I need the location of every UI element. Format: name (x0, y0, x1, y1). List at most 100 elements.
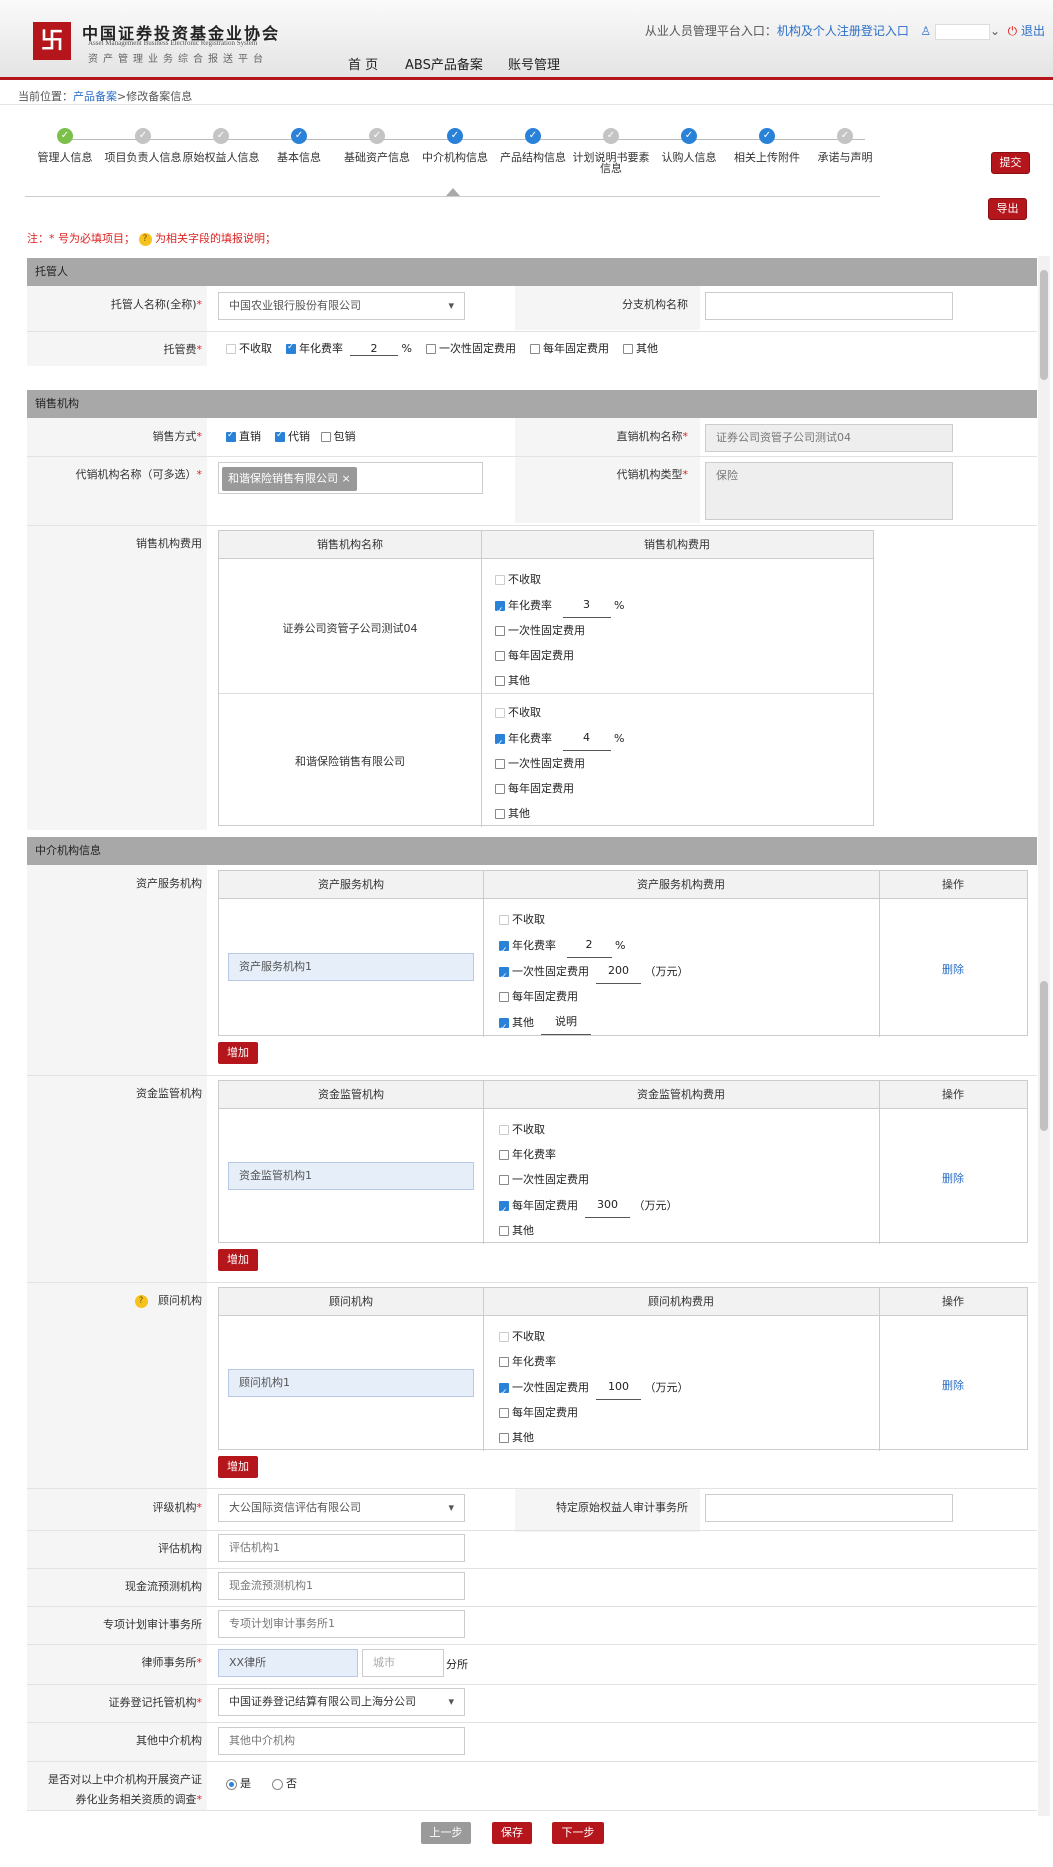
adv-cb-yearly[interactable] (499, 1408, 509, 1418)
cb-once[interactable] (495, 759, 505, 769)
asset-other-input[interactable]: 说明 (541, 1009, 591, 1035)
fund-supervision-add-button[interactable]: 增加 (218, 1249, 258, 1271)
chevron-down-icon[interactable]: ⌄ (990, 24, 1000, 38)
cashflow-input[interactable]: 现金流预测机构1 (218, 1572, 465, 1600)
scrollbar-thumb-upper[interactable] (1040, 270, 1048, 380)
step-8[interactable]: ✓ 计划说明书要素信息 (571, 128, 651, 174)
breadcrumb-link[interactable]: 产品备案 (73, 90, 117, 103)
user-dropdown[interactable] (934, 23, 990, 40)
cb-yearly[interactable] (495, 784, 505, 794)
asset-service-add-button[interactable]: 增加 (218, 1042, 258, 1064)
agent-org-multiselect[interactable]: 和谐保险销售有限公司 × (218, 462, 483, 494)
radio-yes[interactable] (226, 1778, 237, 1790)
fund-cb-other[interactable] (499, 1226, 509, 1236)
scrollbar[interactable] (1038, 256, 1050, 1816)
cb-once[interactable] (495, 626, 505, 636)
law-firm-input[interactable]: XX律所 (218, 1649, 358, 1677)
asset-cb-rate[interactable] (499, 939, 509, 964)
fund-supervision-input[interactable]: 资金监管机构1 (228, 1162, 474, 1190)
cb-rate[interactable] (495, 599, 505, 624)
asset-cb-other[interactable] (499, 1016, 509, 1041)
prev-step-button[interactable]: 上一步 (421, 1822, 471, 1844)
power-icon[interactable]: ⏻ (1008, 24, 1018, 38)
trustee-rate-input[interactable]: 2 (350, 342, 398, 356)
fund-cb-once[interactable] (499, 1175, 509, 1185)
step-5[interactable]: ✓ 基础资产信息 (337, 128, 417, 163)
audit-firm-input[interactable] (705, 1494, 953, 1522)
asset-cb-yearly[interactable] (499, 992, 509, 1002)
asset-service-delete[interactable]: 删除 (942, 961, 964, 977)
asset-rate-input[interactable]: 2 (566, 932, 612, 958)
fund-cb-rate[interactable] (499, 1150, 509, 1160)
nav-home[interactable]: 首 页 (348, 54, 378, 73)
direct-org-input[interactable]: 证券公司资管子公司测试04 (705, 424, 953, 452)
next-step-button[interactable]: 下一步 (552, 1822, 604, 1844)
radio-no[interactable] (271, 1778, 283, 1790)
adv-once-input[interactable]: 100 (596, 1374, 641, 1400)
scrollbar-thumb[interactable] (1040, 981, 1048, 1131)
submit-button[interactable]: 提交 (991, 152, 1030, 174)
register-link[interactable]: 机构及个人注册登记入口 (777, 24, 909, 38)
cb-other[interactable] (495, 809, 505, 819)
agent-type-input[interactable]: 保险 (705, 462, 953, 520)
checkbox-rate[interactable] (286, 342, 296, 354)
step-1[interactable]: ✓ 管理人信息 (25, 128, 105, 163)
cb-none[interactable] (495, 708, 505, 718)
step-4[interactable]: ✓ 基本信息 (259, 128, 339, 163)
tag-close-icon[interactable]: × (342, 472, 351, 485)
adv-cb-other[interactable] (499, 1433, 509, 1443)
cb-yearly[interactable] (495, 651, 505, 661)
help-icon[interactable]: ? (134, 1294, 148, 1308)
trustee-name-select[interactable]: 中国农业银行股份有限公司 (218, 292, 465, 320)
checkbox-none[interactable] (226, 344, 236, 354)
logout-link[interactable]: 退出 (1021, 24, 1045, 38)
trustee-fee-options: 不收取 年化费率 2 % 一次性固定费用 每年固定费用 其他 (226, 340, 658, 356)
sales-rate-input[interactable]: 3 (562, 592, 611, 618)
step-11[interactable]: ✓ 承诺与声明 (805, 128, 885, 163)
plan-audit-input[interactable]: 专项计划审计事务所1 (218, 1610, 465, 1638)
agent-tag[interactable]: 和谐保险销售有限公司 × (222, 467, 357, 491)
nav-abs-filing[interactable]: ABS产品备案 (405, 54, 483, 73)
law-city-input[interactable]: 城市 (362, 1649, 444, 1677)
sales-rate-input[interactable]: 4 (562, 725, 611, 751)
cb-none[interactable] (495, 575, 505, 585)
advisor-delete[interactable]: 删除 (942, 1377, 964, 1393)
checkbox-yearly[interactable] (529, 344, 540, 354)
cb-rate[interactable] (495, 732, 505, 757)
fund-yearly-input[interactable]: 300 (585, 1192, 630, 1218)
registry-select[interactable]: 中国证券登记结算有限公司上海分公司 (218, 1688, 465, 1716)
save-button[interactable]: 保存 (492, 1822, 532, 1844)
export-button[interactable]: 导出 (988, 198, 1027, 220)
checkbox-direct[interactable] (226, 430, 236, 442)
sales-fee-table: 销售机构名称 销售机构费用 证券公司资管子公司测试04 和谐保险销售有限公司 不… (218, 530, 874, 827)
asset-once-input[interactable]: 200 (596, 958, 641, 984)
other-intermediary-input[interactable]: 其他中介机构 (218, 1727, 465, 1755)
step-2[interactable]: ✓ 项目负责人信息 (103, 128, 183, 163)
asset-cb-once[interactable] (499, 965, 509, 990)
eval-input[interactable]: 评估机构1 (218, 1534, 465, 1562)
step-9[interactable]: ✓ 认购人信息 (649, 128, 729, 163)
step-3[interactable]: ✓ 原始权益人信息 (181, 128, 261, 163)
asset-cb-none[interactable] (499, 915, 509, 925)
adv-cb-once[interactable] (499, 1381, 509, 1406)
checkbox-other[interactable] (622, 344, 633, 354)
checkbox-underwrite[interactable] (320, 432, 331, 442)
nav-account[interactable]: 账号管理 (508, 54, 560, 73)
fund-cb-none[interactable] (499, 1125, 509, 1135)
adv-cb-rate[interactable] (499, 1357, 509, 1367)
section-intermediary: 中介机构信息 (27, 837, 1037, 865)
step-10[interactable]: ✓ 相关上传附件 (727, 128, 807, 163)
checkbox-agency[interactable] (275, 430, 285, 442)
step-6[interactable]: ✓ 中介机构信息 (415, 128, 495, 163)
cb-other[interactable] (495, 676, 505, 686)
branch-name-input[interactable] (705, 292, 953, 320)
rating-select[interactable]: 大公国际资信评估有限公司 (218, 1494, 465, 1522)
step-7[interactable]: ✓ 产品结构信息 (493, 128, 573, 163)
asset-service-input[interactable]: 资产服务机构1 (228, 953, 474, 981)
fund-cb-yearly[interactable] (499, 1199, 509, 1224)
advisor-input[interactable]: 顾问机构1 (228, 1369, 474, 1397)
checkbox-once[interactable] (425, 344, 436, 354)
adv-cb-none[interactable] (499, 1332, 509, 1342)
fund-supervision-delete[interactable]: 删除 (942, 1170, 964, 1186)
advisor-add-button[interactable]: 增加 (218, 1456, 258, 1478)
